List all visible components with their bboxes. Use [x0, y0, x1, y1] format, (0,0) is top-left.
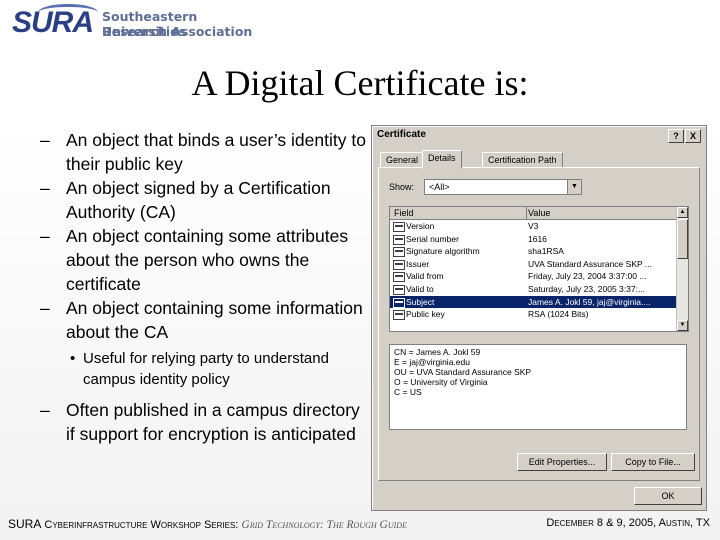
- field-icon: [393, 285, 405, 295]
- field-icon: [393, 247, 405, 258]
- bullet-text: An object that binds a user’s identity t…: [66, 130, 366, 174]
- show-select[interactable]: <All> ▼: [424, 179, 582, 195]
- dialog-titlebar: Certificate ? X: [374, 128, 704, 143]
- field-row[interactable]: Subject James A. Jokl 59, jaj@virginia...…: [390, 295, 676, 308]
- field-row[interactable]: Issuer UVA Standard Assurance SKP ...: [390, 258, 676, 270]
- bullet-marker: –: [40, 178, 50, 198]
- tab-general[interactable]: General: [380, 152, 425, 168]
- field-icon: [393, 297, 405, 308]
- help-button[interactable]: ?: [668, 129, 684, 143]
- bullet-item: – An object that binds a user’s identity …: [40, 128, 370, 176]
- tab-certification-path[interactable]: Certification Path: [482, 152, 563, 168]
- field-row[interactable]: Version V3: [390, 220, 676, 232]
- field-name: Valid from: [406, 271, 444, 282]
- field-icon: [393, 222, 405, 232]
- field-list-header: Field Value: [390, 207, 676, 220]
- bullet-marker: –: [40, 130, 50, 150]
- field-row[interactable]: Serial number 1616: [390, 233, 676, 245]
- field-row[interactable]: Valid to Saturday, July 23, 2005 3:37:...: [390, 283, 676, 295]
- field-value: RSA (1024 Bits): [528, 309, 589, 320]
- copy-to-file-button[interactable]: Copy to File...: [611, 453, 695, 471]
- field-name: Serial number: [406, 233, 459, 244]
- bullet-text: An object signed by a Certification Auth…: [66, 178, 331, 222]
- footer-left: SURA Cyberinfrastructure Workshop Series…: [8, 517, 407, 531]
- dialog-title: Certificate: [377, 129, 426, 140]
- bullet-item: – An object signed by a Certification Aut…: [40, 176, 370, 224]
- field-name: Valid to: [406, 284, 434, 294]
- field-value: sha1RSA: [528, 246, 564, 257]
- footer-workshop: Cyberinfrastructure Workshop Series:: [41, 519, 242, 531]
- close-button[interactable]: X: [685, 129, 701, 143]
- field-name: Version: [406, 221, 435, 231]
- scroll-thumb[interactable]: [677, 219, 688, 259]
- field-value: 1616: [528, 233, 547, 244]
- logo-mark: SURA: [12, 6, 94, 39]
- bullet-text: An object containing some information ab…: [66, 298, 363, 342]
- bullet-item: – An object containing some attributes ab…: [40, 224, 370, 296]
- sura-logo: SURA Southeastern Universities Research …: [12, 4, 262, 40]
- field-value: Saturday, July 23, 2005 3:37:...: [528, 284, 646, 294]
- scroll-down-icon[interactable]: ▼: [677, 320, 688, 331]
- bullet-marker: –: [40, 298, 50, 318]
- column-header-value[interactable]: Value: [528, 207, 550, 219]
- bullet-list: – An object that binds a user’s identity …: [40, 128, 370, 446]
- bullet-text: Often published in a campus directory if…: [66, 400, 360, 444]
- sub-bullet-item: • Useful for relying party to understand …: [40, 348, 370, 390]
- show-label: Show:: [389, 182, 415, 192]
- ok-button[interactable]: OK: [634, 487, 702, 505]
- field-name: Public key: [406, 309, 445, 320]
- field-row[interactable]: Public key RSA (1024 Bits): [390, 308, 676, 321]
- bullet-marker: •: [70, 350, 76, 367]
- bullet-item: – Often published in a campus directory i…: [40, 398, 370, 446]
- field-icon: [393, 234, 405, 245]
- field-row[interactable]: Signature algorithm sha1RSA: [390, 245, 676, 258]
- field-value: UVA Standard Assurance SKP ...: [528, 258, 652, 269]
- column-header-field[interactable]: Field: [390, 207, 527, 219]
- field-name: Subject: [406, 296, 435, 307]
- footer-sura: SURA: [8, 517, 42, 531]
- bullet-text: An object containing some attributes abo…: [66, 226, 349, 294]
- show-select-value: <All>: [429, 182, 450, 192]
- field-detail-text[interactable]: CN = James A. Jokl 59 E = jaj@virginia.e…: [389, 344, 687, 430]
- bullet-marker: –: [40, 400, 50, 420]
- field-value: James A. Jokl 59, jaj@virginia....: [528, 296, 651, 307]
- footer-date: December 8 & 9, 2005, Austin, TX: [546, 517, 710, 529]
- bullet-item: – An object containing some information a…: [40, 296, 370, 344]
- scroll-up-icon[interactable]: ▲: [677, 207, 688, 218]
- field-value: V3: [528, 221, 539, 231]
- field-list-scrollbar[interactable]: ▲ ▼: [676, 207, 688, 331]
- certificate-dialog: Certificate ? X General Details Certificat…: [371, 125, 707, 511]
- field-icon: [393, 310, 405, 321]
- field-name: Issuer: [406, 258, 430, 269]
- logo-line-2: Research Association: [102, 24, 253, 39]
- bullet-marker: –: [40, 226, 50, 246]
- edit-properties-button[interactable]: Edit Properties...: [517, 453, 607, 471]
- field-icon: [393, 259, 405, 270]
- details-tab-panel: Show: <All> ▼ Field Value Version V3 Seria…: [378, 167, 700, 481]
- tab-details[interactable]: Details: [422, 150, 462, 169]
- field-icon: [393, 272, 405, 283]
- footer-series: Grid Technology: The Rough Guide: [241, 519, 407, 531]
- field-value: Friday, July 23, 2004 3:37:00 ...: [528, 271, 647, 282]
- field-row[interactable]: Valid from Friday, July 23, 2004 3:37:00 …: [390, 270, 676, 283]
- field-list: Field Value Version V3 Serial number 1616 Si…: [389, 206, 689, 332]
- chevron-down-icon[interactable]: ▼: [567, 180, 581, 194]
- bullet-text: Useful for relying party to understand c…: [83, 350, 329, 388]
- field-name: Signature algorithm: [406, 246, 480, 257]
- slide-title: A Digital Certificate is:: [191, 63, 529, 103]
